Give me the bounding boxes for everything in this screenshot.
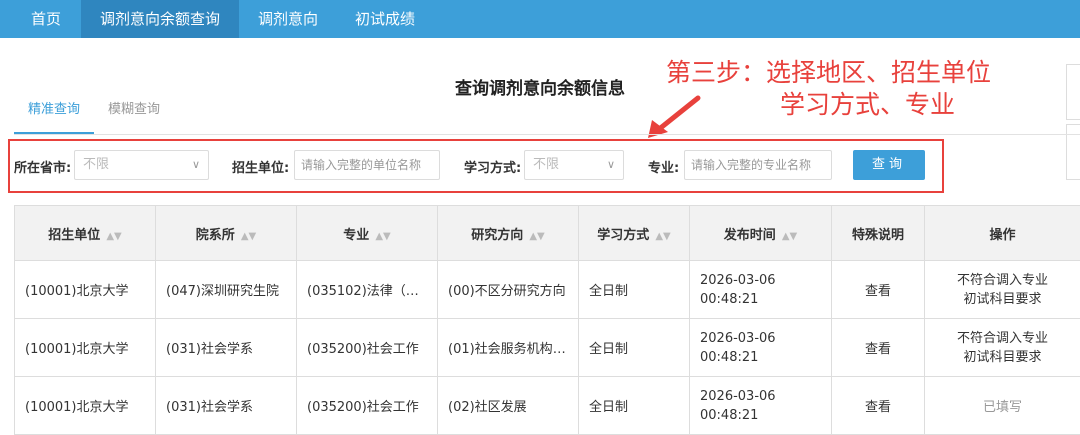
col-header-major[interactable]: 专业▲▼ — [297, 206, 438, 261]
unit-link[interactable]: (10001)北京大学 — [15, 377, 156, 435]
major-cell: (035102)法律（法学） — [297, 261, 438, 319]
tab-precise-query[interactable]: 精准查询 — [14, 96, 94, 134]
view-note-link[interactable]: 查看 — [832, 319, 925, 377]
table-row: (10001)北京大学 (031)社会学系 (035200)社会工作 (01)社… — [15, 319, 1080, 377]
publish-time-cell: 2026-03-0600:48:21 — [690, 261, 832, 319]
unit-link[interactable]: (10001)北京大学 — [15, 319, 156, 377]
major-cell: (035200)社会工作 — [297, 319, 438, 377]
major-label: 专业: — [648, 157, 679, 176]
study-mode-cell: 全日制 — [579, 377, 690, 435]
table-header-row: 招生单位▲▼ 院系所▲▼ 专业▲▼ 研究方向▲▼ 学习方式▲▼ 发布时间▲▼ 特… — [15, 206, 1080, 261]
chevron-down-icon: ∨ — [607, 151, 615, 179]
province-select[interactable]: 不限 ∨ — [74, 150, 209, 180]
sort-icon[interactable]: ▲▼ — [106, 231, 121, 242]
sort-icon[interactable]: ▲▼ — [655, 231, 670, 242]
direction-cell: (00)不区分研究方向 — [438, 261, 579, 319]
dept-cell: (031)社会学系 — [156, 319, 297, 377]
unit-label: 招生单位: — [232, 157, 289, 176]
nav-adjust-intention[interactable]: 调剂意向 — [244, 0, 332, 38]
col-header-operation: 操作 — [925, 206, 1080, 261]
study-mode-label: 学习方式: — [464, 157, 521, 176]
query-button[interactable]: 查询 — [853, 150, 925, 180]
table-row: (10001)北京大学 (031)社会学系 (035200)社会工作 (02)社… — [15, 377, 1080, 435]
top-nav: 首页 调剂意向余额查询 调剂意向 初试成绩 — [0, 0, 1080, 38]
col-header-publish-time[interactable]: 发布时间▲▼ — [690, 206, 832, 261]
col-header-special-note: 特殊说明 — [832, 206, 925, 261]
study-mode-cell: 全日制 — [579, 261, 690, 319]
nav-home[interactable]: 首页 — [14, 0, 78, 38]
study-mode-select[interactable]: 不限 ∨ — [524, 150, 624, 180]
operation-link[interactable]: 不符合调入专业初试科目要求 — [925, 261, 1080, 319]
chevron-down-icon: ∨ — [192, 151, 200, 179]
col-header-study-mode[interactable]: 学习方式▲▼ — [579, 206, 690, 261]
sort-icon[interactable]: ▲▼ — [375, 231, 390, 242]
annotation-text-line1: 第三步：选择地区、招生单位 — [666, 58, 991, 88]
unit-link[interactable]: (10001)北京大学 — [15, 261, 156, 319]
sort-icon[interactable]: ▲▼ — [241, 231, 256, 242]
sort-icon[interactable]: ▲▼ — [529, 231, 544, 242]
major-input[interactable]: 请输入完整的专业名称 — [684, 150, 832, 180]
sort-icon[interactable]: ▲▼ — [782, 231, 797, 242]
col-header-unit[interactable]: 招生单位▲▼ — [15, 206, 156, 261]
query-mode-tabs: 精准查询 模糊查询 — [14, 96, 1080, 135]
study-mode-select-value: 不限 — [533, 157, 559, 172]
nav-adjust-balance-query[interactable]: 调剂意向余额查询 — [81, 0, 239, 38]
view-note-link[interactable]: 查看 — [832, 377, 925, 435]
direction-cell: (01)社会服务机构管理 — [438, 319, 579, 377]
province-select-value: 不限 — [83, 157, 109, 172]
dept-cell: (047)深圳研究生院 — [156, 261, 297, 319]
major-cell: (035200)社会工作 — [297, 377, 438, 435]
operation-link[interactable]: 不符合调入专业初试科目要求 — [925, 319, 1080, 377]
study-mode-cell: 全日制 — [579, 319, 690, 377]
publish-time-cell: 2026-03-0600:48:21 — [690, 319, 832, 377]
tab-fuzzy-query[interactable]: 模糊查询 — [108, 96, 178, 132]
unit-input[interactable]: 请输入完整的单位名称 — [294, 150, 440, 180]
table-row: (10001)北京大学 (047)深圳研究生院 (035102)法律（法学） (… — [15, 261, 1080, 319]
results-table: 招生单位▲▼ 院系所▲▼ 专业▲▼ 研究方向▲▼ 学习方式▲▼ 发布时间▲▼ 特… — [14, 205, 1080, 435]
publish-time-cell: 2026-03-0600:48:21 — [690, 377, 832, 435]
nav-initial-score[interactable]: 初试成绩 — [340, 0, 430, 38]
view-note-link[interactable]: 查看 — [832, 261, 925, 319]
direction-cell: (02)社区发展 — [438, 377, 579, 435]
col-header-direction[interactable]: 研究方向▲▼ — [438, 206, 579, 261]
operation-status: 已填写 — [925, 377, 1080, 435]
province-label: 所在省市: — [14, 157, 71, 176]
col-header-dept[interactable]: 院系所▲▼ — [156, 206, 297, 261]
dept-cell: (031)社会学系 — [156, 377, 297, 435]
